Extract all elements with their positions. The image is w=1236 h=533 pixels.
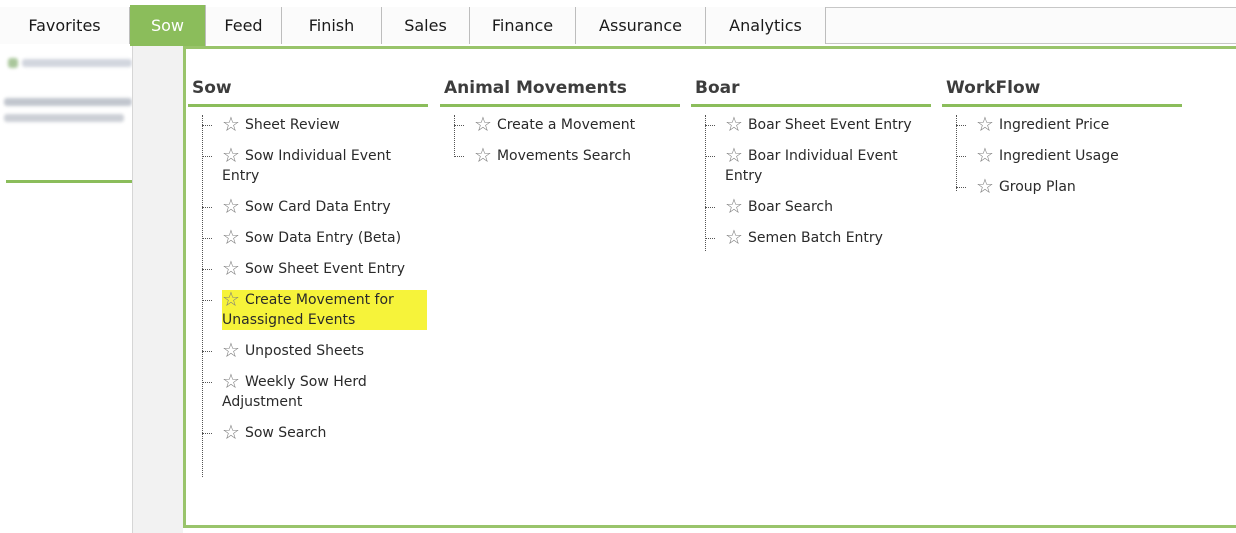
menu-item-ingredient-price[interactable]: ☆ Ingredient Price (956, 114, 1182, 135)
menu-item-label: Create a Movement (496, 117, 636, 133)
menu-item-label: Sow Data Entry (Beta) (244, 230, 402, 246)
column-heading: Sow (188, 73, 428, 107)
menu-item-unposted-sheets[interactable]: ☆ Unposted Sheets (202, 340, 428, 361)
menu-tree: ☆ Sheet Review ☆ Sow Individual Event Entr… (188, 114, 428, 477)
star-outline-icon[interactable]: ☆ (474, 114, 492, 134)
menu-item-label: Ingredient Price (998, 117, 1110, 133)
menu-item-boar-sheet-event-entry[interactable]: ☆ Boar Sheet Event Entry (705, 114, 931, 135)
tab-assurance[interactable]: Assurance (576, 7, 706, 44)
left-pane-obscured (0, 46, 132, 186)
star-outline-icon[interactable]: ☆ (222, 227, 240, 247)
star-outline-icon[interactable]: ☆ (222, 422, 240, 442)
menu-item-sow-search[interactable]: ☆ Sow Search (202, 422, 428, 443)
menu-item-sow-sheet-event-entry[interactable]: ☆ Sow Sheet Event Entry (202, 258, 428, 279)
star-outline-icon[interactable]: ☆ (222, 258, 240, 278)
column-heading: Boar (691, 73, 931, 107)
menu-column-boar: Boar ☆ Boar Sheet Event Entry ☆ Boar Indiv… (691, 73, 931, 259)
menu-item-label: Sow Sheet Event Entry (244, 261, 406, 277)
menu-item-label: Sheet Review (244, 117, 340, 133)
menu-item-sheet-review[interactable]: ☆ Sheet Review (202, 114, 428, 135)
menu-item-label: Group Plan (998, 179, 1076, 195)
menu-item-label: Sow Individual Event Entry (222, 148, 392, 184)
star-outline-icon[interactable]: ☆ (725, 145, 743, 165)
menu-item-label: Unposted Sheets (244, 343, 365, 359)
star-outline-icon[interactable]: ☆ (725, 227, 743, 247)
tab-analytics[interactable]: Analytics (706, 7, 826, 44)
tab-feed[interactable]: Feed (206, 7, 282, 44)
star-outline-icon[interactable]: ☆ (222, 289, 240, 309)
tab-sales[interactable]: Sales (382, 7, 470, 44)
star-outline-icon[interactable]: ☆ (474, 145, 492, 165)
star-outline-icon[interactable]: ☆ (976, 176, 994, 196)
menu-column-animal-movements: Animal Movements ☆ Create a Movement ☆ Mov… (440, 73, 680, 177)
star-outline-icon[interactable]: ☆ (222, 196, 240, 216)
menu-item-sow-individual-event-entry[interactable]: ☆ Sow Individual Event Entry (202, 145, 412, 186)
tab-sow[interactable]: Sow (130, 5, 206, 46)
star-outline-icon[interactable]: ☆ (222, 145, 240, 165)
left-pane-divider (6, 180, 132, 183)
star-outline-icon[interactable]: ☆ (976, 145, 994, 165)
menu-column-sow: Sow ☆ Sheet Review ☆ Sow Individual Event … (188, 73, 428, 477)
menu-gutter (132, 46, 183, 533)
column-heading: WorkFlow (942, 73, 1182, 107)
menu-item-label: Ingredient Usage (998, 148, 1119, 164)
menu-item-label: Sow Card Data Entry (244, 199, 391, 215)
star-outline-icon[interactable]: ☆ (222, 340, 240, 360)
menu-item-ingredient-usage[interactable]: ☆ Ingredient Usage (956, 145, 1182, 166)
star-outline-icon[interactable]: ☆ (976, 114, 994, 134)
menu-column-workflow: WorkFlow ☆ Ingredient Price ☆ Ingredient U… (942, 73, 1182, 208)
menu-item-weekly-sow-herd-adjustment[interactable]: ☆ Weekly Sow Herd Adjustment (202, 371, 402, 412)
star-outline-icon[interactable]: ☆ (222, 371, 240, 391)
menu-tree: ☆ Ingredient Price ☆ Ingredient Usage ☆ Gro… (942, 114, 1182, 197)
tab-finance[interactable]: Finance (470, 7, 576, 44)
menu-item-label: Weekly Sow Herd Adjustment (222, 374, 367, 410)
top-nav: Favorites Sow Feed Finish Sales Finance … (0, 0, 1236, 46)
menu-item-sow-card-data-entry[interactable]: ☆ Sow Card Data Entry (202, 196, 428, 217)
menu-item-group-plan[interactable]: ☆ Group Plan (956, 176, 1182, 197)
menu-item-label: Boar Sheet Event Entry (747, 117, 912, 133)
menu-item-label: Boar Individual Event Entry (725, 148, 898, 184)
star-outline-icon[interactable]: ☆ (222, 114, 240, 134)
menu-item-label: Boar Search (747, 199, 833, 215)
menu-item-label: Create Movement for Unassigned Events (222, 292, 394, 328)
menu-item-label: Movements Search (496, 148, 631, 164)
tab-favorites[interactable]: Favorites (0, 7, 130, 44)
menu-tree: ☆ Create a Movement ☆ Movements Search (440, 114, 680, 166)
star-outline-icon[interactable]: ☆ (725, 196, 743, 216)
column-heading: Animal Movements (440, 73, 680, 107)
menu-item-boar-search[interactable]: ☆ Boar Search (705, 196, 931, 217)
menu-tree: ☆ Boar Sheet Event Entry ☆ Boar Individual… (691, 114, 931, 251)
menu-item-sow-data-entry-beta[interactable]: ☆ Sow Data Entry (Beta) (202, 227, 428, 248)
menu-item-create-a-movement[interactable]: ☆ Create a Movement (454, 114, 680, 135)
star-outline-icon[interactable]: ☆ (725, 114, 743, 134)
tab-finish[interactable]: Finish (282, 7, 382, 44)
menu-item-movements-search[interactable]: ☆ Movements Search (454, 145, 680, 166)
sow-mega-menu: Sow ☆ Sheet Review ☆ Sow Individual Event … (183, 46, 1236, 528)
menu-item-label: Sow Search (244, 425, 327, 441)
menu-item-semen-batch-entry[interactable]: ☆ Semen Batch Entry (705, 227, 931, 248)
menu-item-label: Semen Batch Entry (747, 230, 883, 246)
menu-item-create-movement-unassigned-events[interactable]: ☆ Create Movement for Unassigned Events (202, 289, 427, 330)
menu-item-boar-individual-event-entry[interactable]: ☆ Boar Individual Event Entry (705, 145, 915, 186)
